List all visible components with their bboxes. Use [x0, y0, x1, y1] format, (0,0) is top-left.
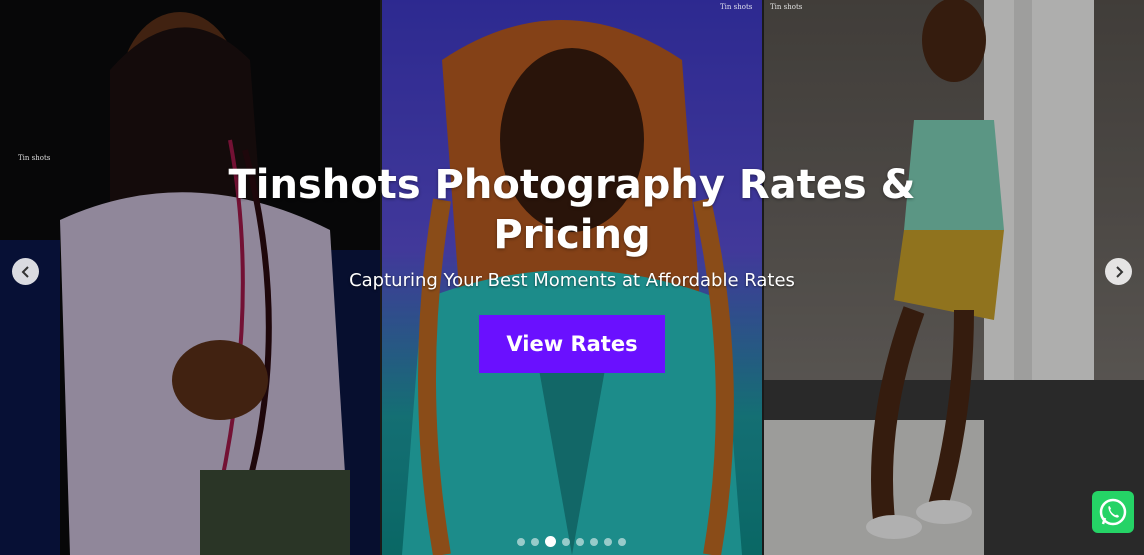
- carousel-dot[interactable]: [531, 537, 539, 546]
- chevron-right-icon: [1115, 265, 1123, 278]
- carousel-dot[interactable]: [576, 537, 584, 546]
- chevron-left-icon: [21, 265, 29, 278]
- carousel-prev-button[interactable]: [12, 258, 39, 285]
- whatsapp-icon: [1099, 498, 1127, 526]
- hero-subtitle: Capturing Your Best Moments at Affordabl…: [349, 270, 795, 291]
- carousel-next-button[interactable]: [1105, 258, 1132, 285]
- carousel-dot[interactable]: [545, 536, 556, 547]
- whatsapp-button[interactable]: [1092, 491, 1134, 533]
- view-rates-button[interactable]: View Rates: [479, 315, 665, 373]
- carousel-dot[interactable]: [618, 537, 626, 546]
- hero-carousel: Tin shots Tin shots Tin shots Tinshots P…: [0, 0, 1144, 555]
- watermark-logo: Tin shots: [770, 3, 803, 11]
- hero-title: Tinshots Photography Rates & Pricing: [228, 162, 916, 258]
- carousel-dot[interactable]: [517, 537, 525, 546]
- hero-content: Tinshots Photography Rates & Pricing Cap…: [0, 160, 1144, 373]
- carousel-pagination: [517, 536, 626, 547]
- watermark-logo: Tin shots: [720, 3, 753, 11]
- carousel-dot[interactable]: [604, 537, 612, 546]
- carousel-dot[interactable]: [562, 537, 570, 546]
- carousel-dot[interactable]: [590, 537, 598, 546]
